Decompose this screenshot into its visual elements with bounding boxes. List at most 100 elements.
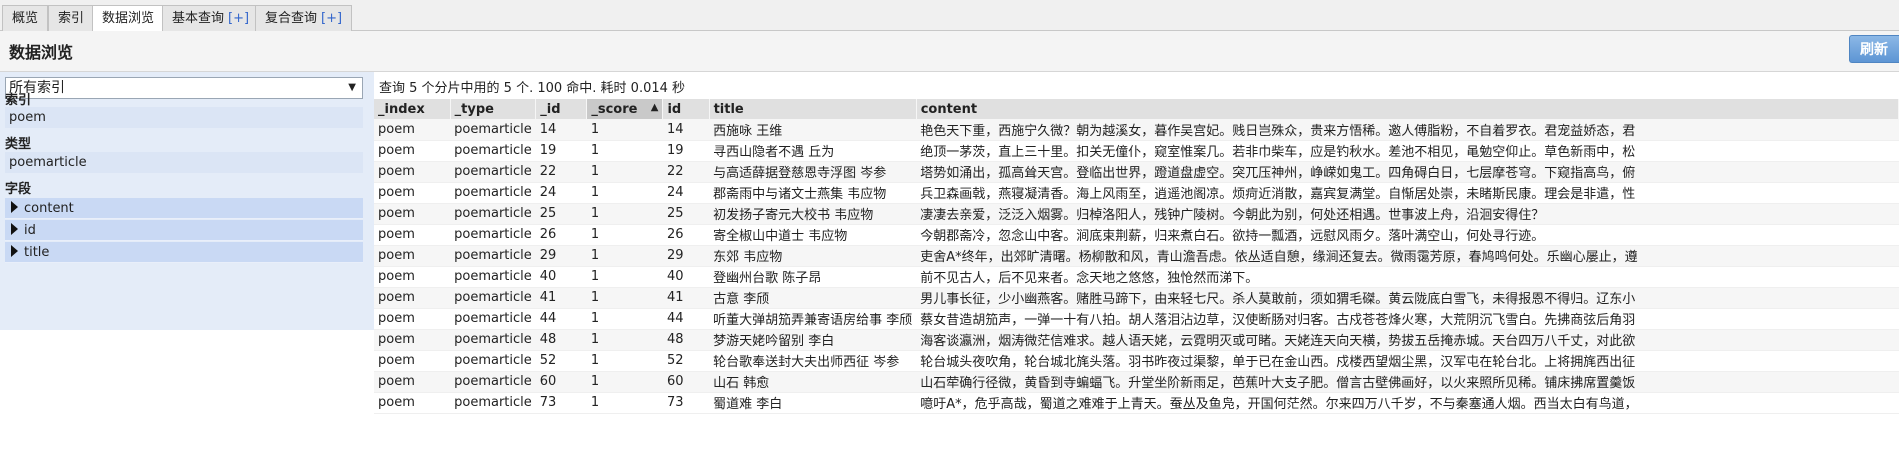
cell-type: poemarticle (450, 266, 536, 288)
field-heading: 字段 (5, 182, 32, 197)
cell-id: 41 (662, 287, 710, 309)
cell-type: poemarticle (450, 371, 536, 393)
tab-plus: [+] (321, 11, 343, 26)
cell-score: 1 (586, 371, 663, 393)
cell-score: 1 (586, 350, 663, 372)
cell-title: 寄全椒山中道士 韦应物 (709, 224, 917, 246)
tab-compound-query[interactable]: 复合查询 [+] (255, 5, 353, 31)
field-item-title[interactable]: title (5, 242, 363, 263)
cell-content: 吏舍A*终年，出郊旷清曙。杨柳散和风，青山澹吾虑。依丛适自憩，缘涧还复去。微雨霭… (916, 245, 1899, 267)
tab-indices[interactable]: 索引 (48, 5, 95, 31)
column-header-title[interactable]: title (709, 99, 917, 119)
cell-index: poem (374, 182, 451, 204)
tab-overview[interactable]: 概览 (2, 5, 49, 31)
column-header-id-meta[interactable]: _id (535, 99, 588, 119)
field-item-id[interactable]: id (5, 220, 363, 241)
cell-title: 寻西山隐者不遇 丘为 (709, 140, 917, 162)
column-header-label: _score (591, 101, 638, 117)
cell-type: poemarticle (450, 140, 536, 162)
cell-title: 山石 韩愈 (709, 371, 917, 393)
cell-index: poem (374, 119, 451, 141)
cell-score: 1 (586, 329, 663, 351)
cell-content: 塔势如涌出，孤高耸天宫。登临出世界，蹬道盘虚空。突兀压神州，峥嵘如鬼工。四角碍白… (916, 161, 1899, 183)
cell-type: poemarticle (450, 224, 536, 246)
cell-id-meta: 40 (535, 266, 587, 288)
table-row[interactable]: poem poemarticle 19 1 19 寻西山隐者不遇 丘为 绝顶一茅茨，直上三十… (374, 140, 1899, 162)
table-row[interactable]: poem poemarticle 73 1 73 蜀道难 李白 噫吁A*，危乎高哉，蜀道之难… (374, 392, 1899, 414)
cell-content: 蔡女昔造胡笳声，一弹一十有八拍。胡人落泪沾边草，汉使断肠对归客。古戍苍苍烽火寒，… (916, 308, 1899, 330)
cell-id-meta: 14 (535, 119, 587, 141)
cell-title: 初发扬子寄元大校书 韦应物 (709, 203, 917, 225)
cell-id: 52 (662, 350, 710, 372)
results-panel: 查询 5 个分片中用的 5 个. 100 命中. 耗时 0.014 秒 _ind… (374, 72, 1899, 476)
cell-id-meta: 44 (535, 308, 587, 330)
cell-index: poem (374, 224, 451, 246)
cell-id-meta: 73 (535, 392, 587, 414)
column-header-type[interactable]: _type (450, 99, 537, 119)
sidebar-item-type[interactable]: poemarticle (5, 152, 363, 173)
cell-content: 绝顶一茅茨，直上三十里。扣关无僮仆，窥室惟案几。若非巾柴车，应是钓秋水。差池不相… (916, 140, 1899, 162)
cell-id: 14 (662, 119, 710, 141)
table-row[interactable]: poem poemarticle 44 1 44 听董大弹胡笳弄兼寄语房给事 李颀 蔡女昔造… (374, 308, 1899, 330)
table-row[interactable]: poem poemarticle 60 1 60 山石 韩愈 山石荦确行径微，黄昏到寺蝙蝠飞… (374, 371, 1899, 393)
cell-score: 1 (586, 182, 663, 204)
table-row[interactable]: poem poemarticle 22 1 22 与高适薛据登慈恩寺浮图 岑参 塔势如涌出，… (374, 161, 1899, 183)
column-header-index[interactable]: _index (374, 99, 451, 119)
table-header-row: _index _type _id _score ▲ id title conten… (374, 99, 1899, 119)
cell-id: 29 (662, 245, 710, 267)
tab-bar: 概览 索引 数据浏览 基本查询 [+] 复合查询 [+] (0, 0, 1899, 32)
cell-score: 1 (586, 266, 663, 288)
cell-type: poemarticle (450, 287, 536, 309)
page-title: 数据浏览 (9, 43, 74, 62)
cell-content: 凄凄去亲爱，泛泛入烟雾。归棹洛阳人，残钟广陵树。今朝此为别，何处还相遇。世事波上… (916, 203, 1899, 225)
sidebar-item-index[interactable]: poem (5, 107, 363, 128)
refresh-button[interactable]: 刷新 (1849, 35, 1899, 63)
cell-id-meta: 24 (535, 182, 587, 204)
tab-browser[interactable]: 数据浏览 (92, 5, 165, 32)
field-label: id (24, 223, 36, 238)
table-row[interactable]: poem poemarticle 25 1 25 初发扬子寄元大校书 韦应物 凄凄去亲爱，泛… (374, 203, 1899, 225)
cell-index: poem (374, 329, 451, 351)
cell-score: 1 (586, 119, 663, 141)
table-row[interactable]: poem poemarticle 48 1 48 梦游天姥吟留别 李白 海客谈瀛洲，烟涛微茫… (374, 329, 1899, 351)
cell-id-meta: 25 (535, 203, 587, 225)
table-row[interactable]: poem poemarticle 14 1 14 西施咏 王维 艳色天下重，西施宁久微？朝为… (374, 119, 1899, 141)
tab-label: 数据浏览 (102, 11, 155, 26)
cell-type: poemarticle (450, 182, 536, 204)
cell-id: 22 (662, 161, 710, 183)
cell-score: 1 (586, 308, 663, 330)
cell-title: 东郊 韦应物 (709, 245, 917, 267)
column-header-id[interactable]: id (662, 99, 710, 119)
cell-content: 山石荦确行径微，黄昏到寺蝙蝠飞。升堂坐阶新雨足，芭蕉叶大支子肥。僧言古壁佛画好，… (916, 371, 1899, 393)
table-row[interactable]: poem poemarticle 40 1 40 登幽州台歌 陈子昂 前不见古人，后不见来者… (374, 266, 1899, 288)
cell-title: 郡斋雨中与诸文士燕集 韦应物 (709, 182, 917, 204)
table-row[interactable]: poem poemarticle 52 1 52 轮台歌奉送封大夫出师西征 岑参 轮台城头夜… (374, 350, 1899, 372)
column-header-content[interactable]: content (916, 99, 1899, 119)
table-row[interactable]: poem poemarticle 24 1 24 郡斋雨中与诸文士燕集 韦应物 兵卫森画戟，… (374, 182, 1899, 204)
cell-type: poemarticle (450, 308, 536, 330)
cell-score: 1 (586, 203, 663, 225)
table-row[interactable]: poem poemarticle 29 1 29 东郊 韦应物 吏舍A*终年，出郊旷清曙。杨… (374, 245, 1899, 267)
cell-id-meta: 22 (535, 161, 587, 183)
field-label: content (24, 201, 74, 216)
column-header-score[interactable]: _score ▲ (586, 99, 664, 119)
tab-label: 索引 (58, 11, 85, 26)
results-table-body: poem poemarticle 14 1 14 西施咏 王维 艳色天下重，西施宁久微？朝为… (374, 119, 1899, 414)
table-row[interactable]: poem poemarticle 26 1 26 寄全椒山中道士 韦应物 今朝郡斋冷，忽念山… (374, 224, 1899, 246)
cell-title: 古意 李颀 (709, 287, 917, 309)
cell-index: poem (374, 308, 451, 330)
tab-plus: [+] (228, 11, 250, 26)
cell-id: 60 (662, 371, 710, 393)
field-item-content[interactable]: content (5, 198, 363, 219)
cell-title: 西施咏 王维 (709, 119, 917, 141)
table-row[interactable]: poem poemarticle 41 1 41 古意 李颀 男儿事长征，少小幽燕客。赌胜马… (374, 287, 1899, 309)
tab-basic-query[interactable]: 基本查询 [+] (162, 5, 260, 31)
cell-index: poem (374, 203, 451, 225)
cell-type: poemarticle (450, 119, 536, 141)
cell-type: poemarticle (450, 329, 536, 351)
cell-content: 男儿事长征，少小幽燕客。赌胜马蹄下，由来轻七尺。杀人莫敢前，须如猬毛磔。黄云陇底… (916, 287, 1899, 309)
expand-triangle-icon (11, 201, 18, 213)
cell-id: 44 (662, 308, 710, 330)
cell-type: poemarticle (450, 350, 536, 372)
tab-label: 复合查询 (265, 11, 318, 26)
